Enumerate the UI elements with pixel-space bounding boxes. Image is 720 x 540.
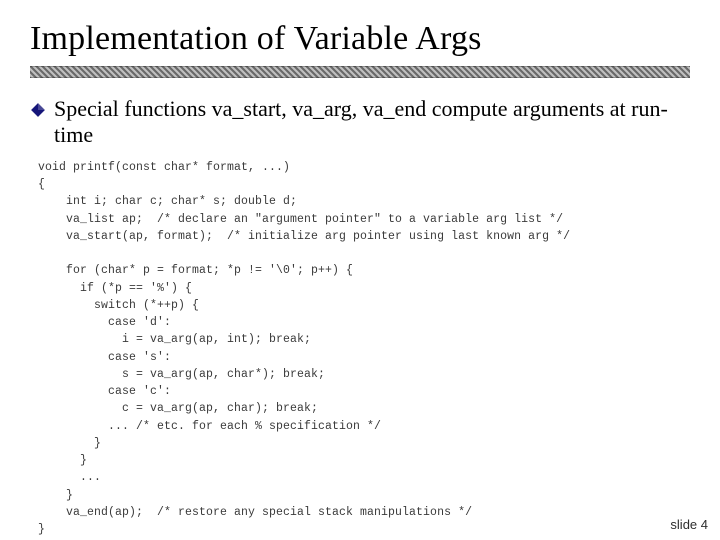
title-divider xyxy=(30,66,690,78)
slide-number: slide 4 xyxy=(670,517,708,532)
slide: Implementation of Variable Args Special … xyxy=(0,0,720,540)
diamond-bullet-icon xyxy=(30,102,46,123)
bullet-item: Special functions va_start, va_arg, va_e… xyxy=(30,96,690,149)
code-block: void printf(const char* format, ...) { i… xyxy=(38,159,690,539)
bullet-text: Special functions va_start, va_arg, va_e… xyxy=(54,96,690,149)
slide-title: Implementation of Variable Args xyxy=(30,20,690,58)
